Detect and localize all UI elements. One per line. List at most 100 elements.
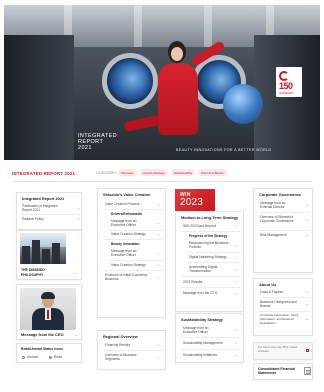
link-business-brands[interactable]: Business Categories and Brands [260,300,298,308]
pdf-note: For those who use PDF reader software [258,345,298,353]
arrow-icon: → [234,327,238,332]
win2023-banner[interactable]: WIN 2023 [175,189,215,211]
arrow-icon: → [234,290,238,295]
ir-2021-card: Integrated Report 2021 Publication of In… [16,192,82,230]
anniversary-logo: 150 SHISEIDO [276,67,302,97]
link-value-strategy-2[interactable]: Value Creation Strategy [111,263,146,267]
unread-label: Unread [27,355,38,359]
arrow-icon: → [234,279,238,284]
pdf-download-card[interactable]: For those who use PDF reader software [253,342,313,360]
card-title: Regional Overview [103,334,138,339]
link-cfo-message[interactable]: Message from the CFO [183,291,217,295]
link-facts-figures[interactable]: Facts & Figures [260,290,283,294]
arrow-icon: → [305,202,309,207]
link-2021-results[interactable]: 2021 Results [183,280,202,284]
card-title: Corporate Governance [259,192,302,197]
link-digital-transformation[interactable]: Accelerating Digital Transformation [189,265,229,273]
arrow-icon: → [156,342,160,347]
ir-section-title: INTEGRATED REPORT 2021 [12,171,76,176]
arrow-icon: → [234,254,238,259]
divider [12,181,312,182]
arrow-icon: → [74,332,78,337]
link-editorial-policy[interactable]: Editorial Policy [22,217,44,221]
porthole-window [102,53,158,109]
earth-image [223,84,263,124]
philosophy-photo [20,233,66,264]
link-external-director[interactable]: Message from an External Director [260,201,298,209]
governance-card: Corporate Governance Message from an Ext… [253,188,313,273]
arrow-icon: → [156,250,160,255]
tag-data-and-basics[interactable]: Data and Basics [198,169,227,176]
arrow-icon: → [156,231,160,236]
arrow-icon: → [156,274,160,279]
card-title: Shiseido's Value Creation [103,192,151,197]
arrow-icon: → [76,216,80,221]
link-governance-overview[interactable]: Overview of Shiseido's Corporate Governa… [260,215,298,223]
arrow-icon: → [73,270,77,275]
link-sustainability-initiatives[interactable]: Sustainability Initiatives [183,353,217,357]
subheading-drivers: Drivers/Enthusiasts [111,212,142,216]
arrow-icon: → [234,242,238,247]
card-title: Integrated Report 2021 [22,196,65,201]
arrow-icon: → [305,301,309,306]
arrow-icon: → [156,220,160,225]
hero-tagline: BEAUTY INNOVATIONS FOR A BETTER WORLD [176,148,272,152]
card-title: Sustainability Strategy [181,317,223,322]
link-exec-message-2[interactable]: Message from an Executive Officer [111,249,151,257]
read-label: Read [54,355,62,359]
tag-sustainability[interactable]: Sustainability [170,169,196,176]
regional-overview-card: Regional Overview Financial Results → Ov… [97,330,166,370]
card-title: Read/Unread Status Icons [21,347,64,351]
arrow-icon: → [234,340,238,345]
spaceship-wall-right [254,35,320,160]
arrow-icon: → [234,352,238,357]
link-exec-message-1[interactable]: Message from an Executive Officer [111,219,151,227]
medium-long-term-card: Medium to Long-Term Strategy WIN 2023 an… [175,211,244,312]
subheading-beauty-innovation: Beauty Innovation [111,242,140,246]
categories-label: CATEGORIES [96,171,117,175]
about-us-card: About Us Facts & Figures → Business Cate… [253,278,313,336]
link-digital-marketing[interactable]: Digital Marketing Strategy [189,255,227,259]
category-tag-list: Message Growth Strategy Sustainability D… [118,169,227,176]
arrow-icon: → [305,289,309,294]
link-publication[interactable]: Publication of Integrated Report 2021 [22,204,68,212]
link-corporate-information[interactable]: Corporate Information, Stock Information… [260,313,300,326]
link-financial-results[interactable]: Financial Results [105,343,130,347]
card-title: THE SHISEIDO PHILOSOPHY [21,268,45,277]
document-icon [304,367,311,375]
sustainability-card: Sustainability Strategy Message from an … [175,313,244,363]
card-title: Message from the CEO [21,332,64,337]
link-risk-management[interactable]: Risk Management [260,233,287,237]
arrow-icon: → [234,223,238,228]
arrow-icon: → [156,262,160,267]
tag-message[interactable]: Message [118,169,137,176]
read-icon [49,356,52,359]
arrow-icon: → [234,266,238,271]
unread-icon [22,356,25,359]
subheading-progress: Progress of the Strategy [189,234,228,238]
link-win2023[interactable]: WIN 2023 and Beyond [183,224,216,228]
link-business-portfolio[interactable]: Restructuring the Business Portfolio [189,241,229,249]
card-title: Medium to Long-Term Strategy [181,215,239,220]
card-title: About Us [259,282,277,287]
arrow-icon: → [305,232,309,237]
tag-growth-strategy[interactable]: Growth Strategy [139,169,168,176]
status-icons-card: Read/Unread Status Icons Unread Read [16,343,82,363]
arrow-icon: → [76,205,80,210]
link-value-creation-process[interactable]: Value Creation Process [105,202,139,206]
link-initial-cosmetics[interactable]: Evolution of Initial Cosmetics Business [105,273,149,281]
arrow-icon: → [156,201,160,206]
hero-banner: 150 SHISEIDO INTEGRATED REPORT 2021 BEAU… [4,5,320,160]
link-value-strategy-1[interactable]: Value Creation Strategy [111,232,146,236]
arrow-icon: → [305,316,309,321]
spaceship-wall-left [4,35,74,160]
link-sustainability-mgmt[interactable]: Sustainability Management [183,341,223,345]
link-sustainability-exec[interactable]: Message from an Executive Officer [183,326,223,334]
link-business-segments[interactable]: Overview of Business Segments [105,353,149,361]
card-title: Consolidated Financial Statements [258,367,296,376]
value-creation-card: Shiseido's Value Creation Value Creation… [97,188,166,318]
hero-title: INTEGRATED REPORT 2021 [78,133,118,151]
pdf-icon [306,349,309,352]
arrow-icon: → [305,217,309,222]
arrow-icon: → [156,354,160,359]
